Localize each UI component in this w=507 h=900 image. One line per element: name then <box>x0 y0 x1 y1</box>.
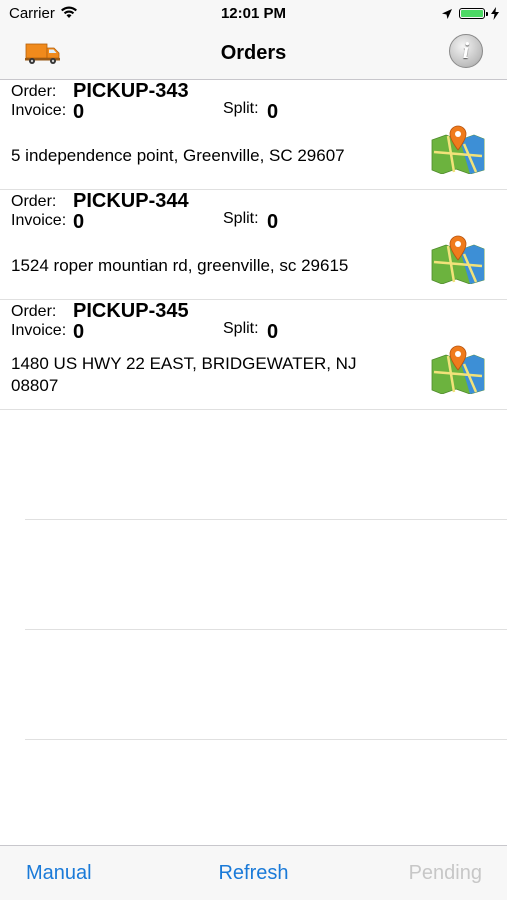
order-label: Order: <box>11 303 57 320</box>
split-label: Split: <box>223 320 259 337</box>
order-address: 1480 US HWY 22 EAST, BRIDGEWATER, NJ 088… <box>11 354 357 395</box>
order-address: 5 independence point, Greenville, SC 296… <box>11 146 345 165</box>
order-address: 1524 roper mountian rd, greenville, sc 2… <box>11 256 349 275</box>
battery-icon <box>459 8 488 19</box>
manual-button[interactable]: Manual <box>26 862 92 885</box>
map-icon[interactable] <box>430 122 486 174</box>
bottom-toolbar: Refresh Manual Pending <box>0 845 507 900</box>
invoice-label: Invoice: <box>11 212 67 229</box>
status-bar: Carrier 12:01 PM <box>0 0 507 28</box>
split-label: Split: <box>223 100 259 117</box>
navigation-bar: Orders i <box>0 28 507 80</box>
pending-button[interactable]: Pending <box>409 862 482 885</box>
order-label: Order: <box>11 193 57 210</box>
empty-row <box>25 520 507 630</box>
map-icon[interactable] <box>430 232 486 284</box>
invoice-label: Invoice: <box>11 102 67 119</box>
charging-bolt-icon <box>491 7 499 20</box>
empty-row <box>25 630 507 740</box>
invoice-label: Invoice: <box>11 322 67 339</box>
invoice-value: 0 <box>73 101 85 123</box>
split-value: 0 <box>267 321 279 343</box>
order-row[interactable]: Order: PICKUP-344 Invoice: 0 Split: 0 15… <box>0 190 507 300</box>
order-number: PICKUP-344 <box>73 190 189 212</box>
page-title: Orders <box>220 42 287 64</box>
split-value: 0 <box>267 101 279 123</box>
order-row[interactable]: Order: PICKUP-345 Invoice: 0 Split: 0 14… <box>0 300 507 410</box>
clock: 12:01 PM <box>220 5 287 22</box>
order-row[interactable]: Order: PICKUP-343 Invoice: 0 Split: 0 5 … <box>0 80 507 190</box>
split-label: Split: <box>223 210 259 227</box>
order-number: PICKUP-343 <box>73 80 189 102</box>
map-icon[interactable] <box>430 342 486 394</box>
orders-list: Order: PICKUP-343 Invoice: 0 Split: 0 5 … <box>0 80 507 740</box>
info-icon[interactable]: i <box>449 34 483 68</box>
invoice-value: 0 <box>73 321 85 343</box>
order-number: PICKUP-345 <box>73 300 189 322</box>
invoice-value: 0 <box>73 211 85 233</box>
location-arrow-icon <box>442 8 452 19</box>
order-label: Order: <box>11 83 57 100</box>
split-value: 0 <box>267 211 279 233</box>
empty-row <box>25 410 507 520</box>
